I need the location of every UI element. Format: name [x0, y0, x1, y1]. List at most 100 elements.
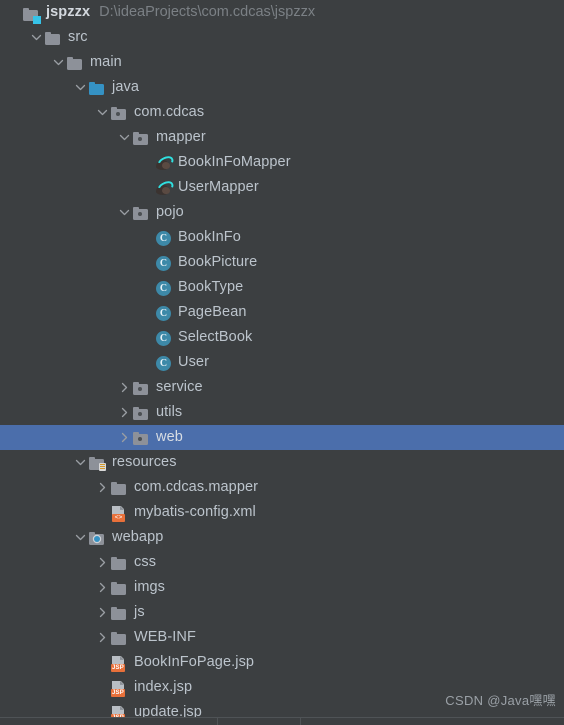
package-folder-icon: [133, 406, 149, 420]
package-folder-icon: [111, 106, 127, 120]
tree-row-bookinfomapper[interactable]: BookInFoMapper: [0, 150, 564, 175]
tree-item-label: pojo: [156, 204, 184, 220]
chevron-down-icon[interactable]: [94, 100, 111, 125]
tree-row-bookinfo[interactable]: C BookInFo: [0, 225, 564, 250]
source-root-folder-icon: [89, 80, 106, 96]
tree-row-web[interactable]: web: [0, 425, 564, 450]
tree-row-main[interactable]: main: [0, 50, 564, 75]
chevron-right-icon[interactable]: [94, 600, 111, 625]
folder-icon: [111, 481, 127, 495]
java-class-icon: C: [156, 305, 171, 321]
tree-item-label: BookPicture: [178, 254, 258, 270]
chevron-right-icon[interactable]: [94, 575, 111, 600]
package-folder-icon: [133, 131, 149, 145]
tree-item-label: src: [68, 29, 88, 45]
folder-icon: [45, 31, 61, 45]
java-class-icon: C: [155, 305, 172, 321]
tree-row-web-inf[interactable]: WEB-INF: [0, 625, 564, 650]
chevron-right-icon[interactable]: [94, 550, 111, 575]
chevron-down-icon[interactable]: [50, 50, 67, 75]
tree-item-label: com.cdcas: [134, 104, 205, 120]
folder-icon: [111, 606, 127, 620]
tree-row-com-cdcas[interactable]: com.cdcas: [0, 100, 564, 125]
resources-root-folder-icon: [89, 456, 106, 471]
jsp-file-icon: JSP: [111, 680, 128, 697]
tree-row-mybatis-config-xml[interactable]: <> mybatis-config.xml: [0, 500, 564, 525]
chevron-down-icon[interactable]: [28, 25, 45, 50]
chevron-right-icon[interactable]: [94, 475, 111, 500]
tree-row-booktype[interactable]: C BookType: [0, 275, 564, 300]
chevron-down-icon[interactable]: [72, 525, 89, 550]
chevron-right-icon[interactable]: [116, 375, 133, 400]
chevron-right-icon[interactable]: [94, 625, 111, 650]
tree-item-label: js: [134, 604, 145, 620]
tree-row-bookpicture[interactable]: C BookPicture: [0, 250, 564, 275]
chevron-down-icon[interactable]: [116, 125, 133, 150]
tree-row-pagebean[interactable]: C PageBean: [0, 300, 564, 325]
tree-item-label: mybatis-config.xml: [134, 504, 256, 520]
tree-item-label: SelectBook: [178, 329, 253, 345]
tree-item-label: utils: [156, 404, 183, 420]
tree-row-com-cdcas-mapper[interactable]: com.cdcas.mapper: [0, 475, 564, 500]
chevron-down-icon[interactable]: [116, 200, 133, 225]
java-class-icon: C: [155, 355, 172, 371]
web-root-folder-icon: [89, 530, 106, 546]
tree-item-label: service: [156, 379, 203, 395]
java-class-icon: C: [155, 280, 172, 296]
tree-row-utils[interactable]: utils: [0, 400, 564, 425]
tree-row-pojo[interactable]: pojo: [0, 200, 564, 225]
watermark-text: CSDN @Java嘿嘿: [445, 693, 556, 708]
folder-icon: [111, 631, 127, 645]
tree-item-label: BookInFoMapper: [178, 154, 291, 170]
folder-icon: [111, 480, 128, 496]
java-class-icon: C: [155, 255, 172, 271]
tree-row-imgs[interactable]: imgs: [0, 575, 564, 600]
chevron-down-icon[interactable]: [72, 450, 89, 475]
tree-item-label: webapp: [112, 529, 164, 545]
package-folder-icon: [133, 130, 150, 146]
tree-row-bookinfopage-jsp[interactable]: JSP BookInFoPage.jsp: [0, 650, 564, 675]
folder-icon: [111, 605, 128, 621]
tree-row-jspzzx[interactable]: jspzzx D:\ideaProjects\com.cdcas\jspzzx: [0, 0, 564, 25]
tree-row-mapper[interactable]: mapper: [0, 125, 564, 150]
mybatis-mapper-icon: [155, 178, 176, 196]
java-class-icon: C: [156, 330, 171, 346]
project-root-folder-icon: [23, 7, 41, 24]
tree-item-label: web: [156, 429, 183, 445]
tree-item-label: WEB-INF: [134, 629, 196, 645]
folder-icon: [111, 630, 128, 646]
project-root-folder-icon: [23, 5, 41, 24]
package-folder-icon: [133, 380, 150, 396]
tree-row-webapp[interactable]: webapp: [0, 525, 564, 550]
java-class-icon: C: [155, 330, 172, 346]
project-tree-panel[interactable]: jspzzx D:\ideaProjects\com.cdcas\jspzzx sr…: [0, 0, 564, 725]
java-class-icon: C: [156, 255, 171, 271]
package-folder-icon: [133, 431, 149, 445]
tree-item-label: resources: [112, 454, 177, 470]
tree-row-src[interactable]: src: [0, 25, 564, 50]
folder-icon: [111, 581, 127, 595]
package-folder-icon: [133, 205, 150, 221]
tree-row-js[interactable]: js: [0, 600, 564, 625]
tree-item-label: BookType: [178, 279, 244, 295]
tree-row-resources[interactable]: resources: [0, 450, 564, 475]
source-root-folder-icon: [89, 81, 105, 95]
tree-row-usermapper[interactable]: UserMapper: [0, 175, 564, 200]
package-folder-icon: [111, 105, 128, 121]
folder-icon: [67, 56, 83, 70]
tree-row-user[interactable]: C User: [0, 350, 564, 375]
tree-item-label: index.jsp: [134, 679, 193, 695]
package-folder-icon: [133, 381, 149, 395]
folder-icon: [111, 580, 128, 596]
chevron-right-icon[interactable]: [116, 400, 133, 425]
tree-item-label: PageBean: [178, 304, 247, 320]
tree-row-service[interactable]: service: [0, 375, 564, 400]
tree-row-css[interactable]: css: [0, 550, 564, 575]
chevron-down-icon[interactable]: [72, 75, 89, 100]
jsp-file-icon: JSP: [111, 655, 126, 672]
folder-icon: [111, 556, 127, 570]
java-class-icon: C: [155, 230, 172, 246]
tree-row-selectbook[interactable]: C SelectBook: [0, 325, 564, 350]
tree-row-java[interactable]: java: [0, 75, 564, 100]
chevron-right-icon[interactable]: [116, 425, 133, 450]
